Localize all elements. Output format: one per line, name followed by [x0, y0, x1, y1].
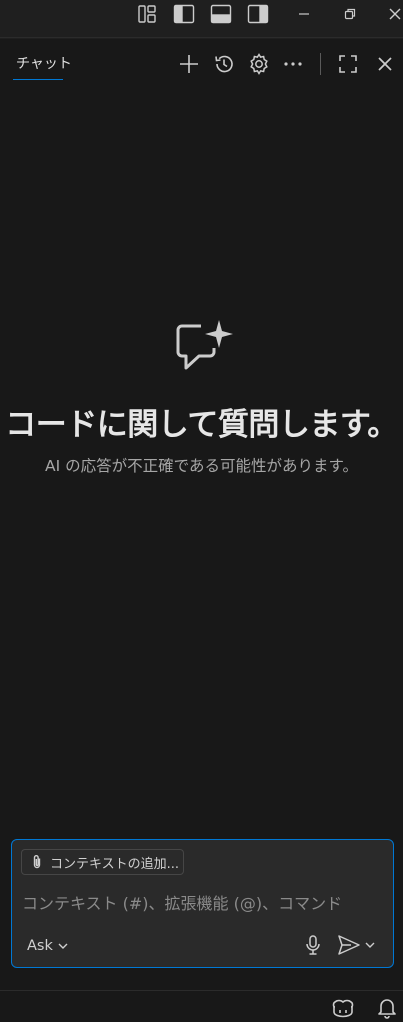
status-bar	[0, 990, 403, 1022]
bell-icon[interactable]	[374, 995, 400, 1021]
chevron-down-icon	[58, 943, 68, 949]
chat-input-box[interactable]: コンテキストの追加... コンテキスト (#)、拡張機能 (@)、コマンド As…	[11, 839, 394, 968]
header-separator	[320, 53, 321, 75]
minimize-icon[interactable]	[293, 3, 315, 25]
mode-picker-button[interactable]: Ask	[27, 934, 69, 958]
settings-icon[interactable]	[246, 51, 272, 77]
tab-chat[interactable]: チャット	[13, 53, 75, 81]
chat-header: チャット	[0, 39, 403, 87]
toggle-secondary-sidebar-icon[interactable]	[247, 3, 269, 25]
more-icon[interactable]	[280, 51, 306, 77]
send-button[interactable]	[337, 932, 381, 958]
new-chat-icon[interactable]	[176, 51, 202, 77]
add-context-button[interactable]: コンテキストの追加...	[21, 849, 184, 875]
copilot-icon[interactable]	[330, 995, 356, 1021]
mode-label: Ask	[27, 938, 53, 954]
welcome-title: コードに関して質問します。	[5, 407, 398, 443]
customize-layout-icon[interactable]	[136, 3, 158, 25]
history-icon[interactable]	[211, 51, 237, 77]
send-options-chevron-icon[interactable]	[364, 939, 376, 951]
close-chat-icon[interactable]	[372, 51, 398, 77]
title-bar	[0, 0, 403, 38]
maximize-icon[interactable]	[335, 51, 361, 77]
microphone-icon[interactable]	[302, 932, 324, 958]
send-icon	[338, 935, 360, 955]
chat-input-field[interactable]: コンテキスト (#)、拡張機能 (@)、コマンド	[22, 890, 388, 914]
chat-sparkle-icon	[176, 320, 233, 370]
toggle-primary-sidebar-icon[interactable]	[173, 3, 195, 25]
welcome-subtitle: AI の応答が不正確である可能性があります。	[45, 457, 358, 475]
paperclip-icon	[33, 855, 41, 869]
restore-icon[interactable]	[339, 3, 361, 25]
toggle-panel-icon[interactable]	[210, 3, 232, 25]
window-close-icon[interactable]	[384, 3, 403, 25]
add-context-label: コンテキストの追加...	[50, 856, 180, 872]
active-tab-indicator	[13, 79, 63, 80]
chat-view: コードに関して質問します。 AI の応答が不正確である可能性があります。 コンテ…	[0, 87, 403, 990]
